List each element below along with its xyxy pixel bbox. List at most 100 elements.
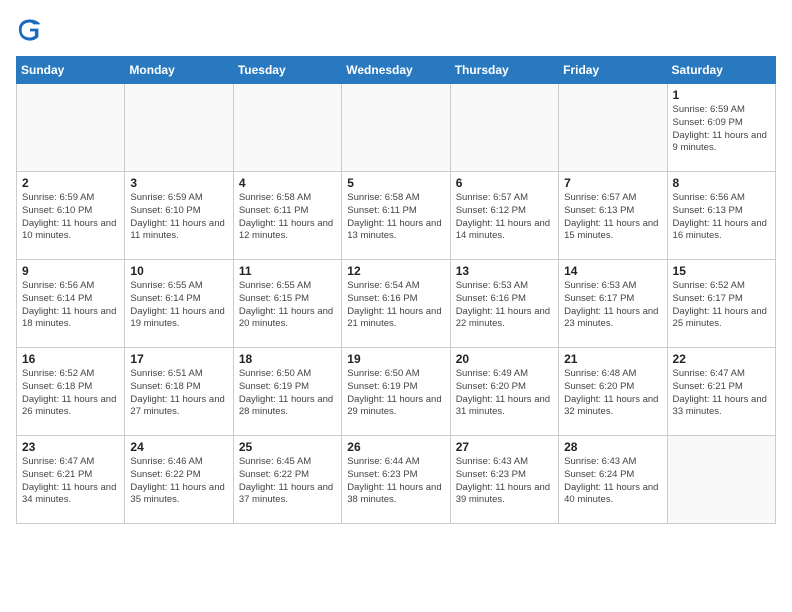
- day-number: 5: [347, 176, 444, 190]
- calendar-cell: 23 Sunrise: 6:47 AM Sunset: 6:21 PM Dayli…: [17, 436, 125, 524]
- calendar-cell: 7 Sunrise: 6:57 AM Sunset: 6:13 PM Daylig…: [559, 172, 667, 260]
- day-number: 16: [22, 352, 119, 366]
- calendar-cell: [233, 84, 341, 172]
- calendar-cell: [17, 84, 125, 172]
- day-info: Sunrise: 6:56 AM Sunset: 6:14 PM Dayligh…: [22, 280, 119, 331]
- day-number: 18: [239, 352, 336, 366]
- calendar-cell: 12 Sunrise: 6:54 AM Sunset: 6:16 PM Dayli…: [342, 260, 450, 348]
- logo-icon: [16, 16, 44, 44]
- day-info: Sunrise: 6:59 AM Sunset: 6:10 PM Dayligh…: [22, 192, 119, 243]
- day-info: Sunrise: 6:44 AM Sunset: 6:23 PM Dayligh…: [347, 456, 444, 507]
- day-number: 8: [673, 176, 770, 190]
- header-day-friday: Friday: [559, 57, 667, 84]
- day-info: Sunrise: 6:52 AM Sunset: 6:17 PM Dayligh…: [673, 280, 770, 331]
- day-info: Sunrise: 6:58 AM Sunset: 6:11 PM Dayligh…: [347, 192, 444, 243]
- header-day-monday: Monday: [125, 57, 233, 84]
- day-info: Sunrise: 6:51 AM Sunset: 6:18 PM Dayligh…: [130, 368, 227, 419]
- calendar-cell: 17 Sunrise: 6:51 AM Sunset: 6:18 PM Dayli…: [125, 348, 233, 436]
- day-info: Sunrise: 6:54 AM Sunset: 6:16 PM Dayligh…: [347, 280, 444, 331]
- calendar-cell: [667, 436, 775, 524]
- calendar-cell: 25Sunrise: 6:45 AM Sunset: 6:22 PM Dayli…: [233, 436, 341, 524]
- week-row-2: 2 Sunrise: 6:59 AM Sunset: 6:10 PM Daylig…: [17, 172, 776, 260]
- day-info: Sunrise: 6:43 AM Sunset: 6:24 PM Dayligh…: [564, 456, 661, 507]
- calendar-cell: 13 Sunrise: 6:53 AM Sunset: 6:16 PM Dayli…: [450, 260, 558, 348]
- calendar-cell: 11 Sunrise: 6:55 AM Sunset: 6:15 PM Dayli…: [233, 260, 341, 348]
- day-number: 27: [456, 440, 553, 454]
- day-info: Sunrise: 6:57 AM Sunset: 6:13 PM Dayligh…: [564, 192, 661, 243]
- day-number: 2: [22, 176, 119, 190]
- calendar-cell: 1Sunrise: 6:59 AM Sunset: 6:09 PM Daylig…: [667, 84, 775, 172]
- logo: [16, 16, 48, 44]
- calendar-cell: 16 Sunrise: 6:52 AM Sunset: 6:18 PM Dayli…: [17, 348, 125, 436]
- day-info: Sunrise: 6:55 AM Sunset: 6:14 PM Dayligh…: [130, 280, 227, 331]
- day-number: 22: [673, 352, 770, 366]
- calendar-cell: 26 Sunrise: 6:44 AM Sunset: 6:23 PM Dayli…: [342, 436, 450, 524]
- calendar-cell: [125, 84, 233, 172]
- calendar-cell: 21 Sunrise: 6:48 AM Sunset: 6:20 PM Dayli…: [559, 348, 667, 436]
- calendar-cell: 28 Sunrise: 6:43 AM Sunset: 6:24 PM Dayli…: [559, 436, 667, 524]
- day-number: 12: [347, 264, 444, 278]
- day-number: 17: [130, 352, 227, 366]
- week-row-5: 23 Sunrise: 6:47 AM Sunset: 6:21 PM Dayli…: [17, 436, 776, 524]
- day-info: Sunrise: 6:50 AM Sunset: 6:19 PM Dayligh…: [347, 368, 444, 419]
- day-info: Sunrise: 6:59 AM Sunset: 6:09 PM Dayligh…: [673, 104, 770, 155]
- calendar-table: SundayMondayTuesdayWednesdayThursdayFrid…: [16, 56, 776, 524]
- calendar-cell: 10 Sunrise: 6:55 AM Sunset: 6:14 PM Dayli…: [125, 260, 233, 348]
- day-number: 6: [456, 176, 553, 190]
- header-day-wednesday: Wednesday: [342, 57, 450, 84]
- calendar-cell: 8 Sunrise: 6:56 AM Sunset: 6:13 PM Daylig…: [667, 172, 775, 260]
- day-number: 24: [130, 440, 227, 454]
- day-info: Sunrise: 6:47 AM Sunset: 6:21 PM Dayligh…: [673, 368, 770, 419]
- calendar-cell: 22 Sunrise: 6:47 AM Sunset: 6:21 PM Dayli…: [667, 348, 775, 436]
- day-info: Sunrise: 6:50 AM Sunset: 6:19 PM Dayligh…: [239, 368, 336, 419]
- day-number: 11: [239, 264, 336, 278]
- day-number: 21: [564, 352, 661, 366]
- day-number: 28: [564, 440, 661, 454]
- day-number: 7: [564, 176, 661, 190]
- calendar-cell: [342, 84, 450, 172]
- calendar-cell: 19 Sunrise: 6:50 AM Sunset: 6:19 PM Dayli…: [342, 348, 450, 436]
- day-number: 4: [239, 176, 336, 190]
- calendar-cell: 14 Sunrise: 6:53 AM Sunset: 6:17 PM Dayli…: [559, 260, 667, 348]
- day-info: Sunrise: 6:47 AM Sunset: 6:21 PM Dayligh…: [22, 456, 119, 507]
- day-info: Sunrise: 6:43 AM Sunset: 6:23 PM Dayligh…: [456, 456, 553, 507]
- day-number: 13: [456, 264, 553, 278]
- calendar-header-row: SundayMondayTuesdayWednesdayThursdayFrid…: [17, 57, 776, 84]
- day-number: 14: [564, 264, 661, 278]
- day-info: Sunrise: 6:52 AM Sunset: 6:18 PM Dayligh…: [22, 368, 119, 419]
- week-row-4: 16 Sunrise: 6:52 AM Sunset: 6:18 PM Dayli…: [17, 348, 776, 436]
- day-info: Sunrise: 6:49 AM Sunset: 6:20 PM Dayligh…: [456, 368, 553, 419]
- calendar-cell: 3Sunrise: 6:59 AM Sunset: 6:10 PM Daylig…: [125, 172, 233, 260]
- day-info: Sunrise: 6:53 AM Sunset: 6:17 PM Dayligh…: [564, 280, 661, 331]
- calendar-cell: 24 Sunrise: 6:46 AM Sunset: 6:22 PM Dayli…: [125, 436, 233, 524]
- day-info: Sunrise: 6:59 AM Sunset: 6:10 PM Dayligh…: [130, 192, 227, 243]
- day-info: Sunrise: 6:48 AM Sunset: 6:20 PM Dayligh…: [564, 368, 661, 419]
- calendar-cell: 27 Sunrise: 6:43 AM Sunset: 6:23 PM Dayli…: [450, 436, 558, 524]
- day-number: 10: [130, 264, 227, 278]
- calendar-cell: [450, 84, 558, 172]
- page-header: [16, 16, 776, 44]
- header-day-sunday: Sunday: [17, 57, 125, 84]
- day-info: Sunrise: 6:57 AM Sunset: 6:12 PM Dayligh…: [456, 192, 553, 243]
- header-day-thursday: Thursday: [450, 57, 558, 84]
- calendar-cell: 4 Sunrise: 6:58 AM Sunset: 6:11 PM Daylig…: [233, 172, 341, 260]
- calendar-cell: 5 Sunrise: 6:58 AM Sunset: 6:11 PM Daylig…: [342, 172, 450, 260]
- day-number: 23: [22, 440, 119, 454]
- calendar-cell: 9 Sunrise: 6:56 AM Sunset: 6:14 PM Daylig…: [17, 260, 125, 348]
- day-info: Sunrise: 6:58 AM Sunset: 6:11 PM Dayligh…: [239, 192, 336, 243]
- day-info: Sunrise: 6:46 AM Sunset: 6:22 PM Dayligh…: [130, 456, 227, 507]
- day-info: Sunrise: 6:53 AM Sunset: 6:16 PM Dayligh…: [456, 280, 553, 331]
- day-number: 15: [673, 264, 770, 278]
- day-info: Sunrise: 6:55 AM Sunset: 6:15 PM Dayligh…: [239, 280, 336, 331]
- day-number: 19: [347, 352, 444, 366]
- calendar-cell: 20 Sunrise: 6:49 AM Sunset: 6:20 PM Dayli…: [450, 348, 558, 436]
- calendar-cell: 18 Sunrise: 6:50 AM Sunset: 6:19 PM Dayli…: [233, 348, 341, 436]
- week-row-1: 1Sunrise: 6:59 AM Sunset: 6:09 PM Daylig…: [17, 84, 776, 172]
- header-day-saturday: Saturday: [667, 57, 775, 84]
- day-number: 26: [347, 440, 444, 454]
- day-number: 9: [22, 264, 119, 278]
- header-day-tuesday: Tuesday: [233, 57, 341, 84]
- day-number: 20: [456, 352, 553, 366]
- day-info: Sunrise: 6:56 AM Sunset: 6:13 PM Dayligh…: [673, 192, 770, 243]
- day-number: 25: [239, 440, 336, 454]
